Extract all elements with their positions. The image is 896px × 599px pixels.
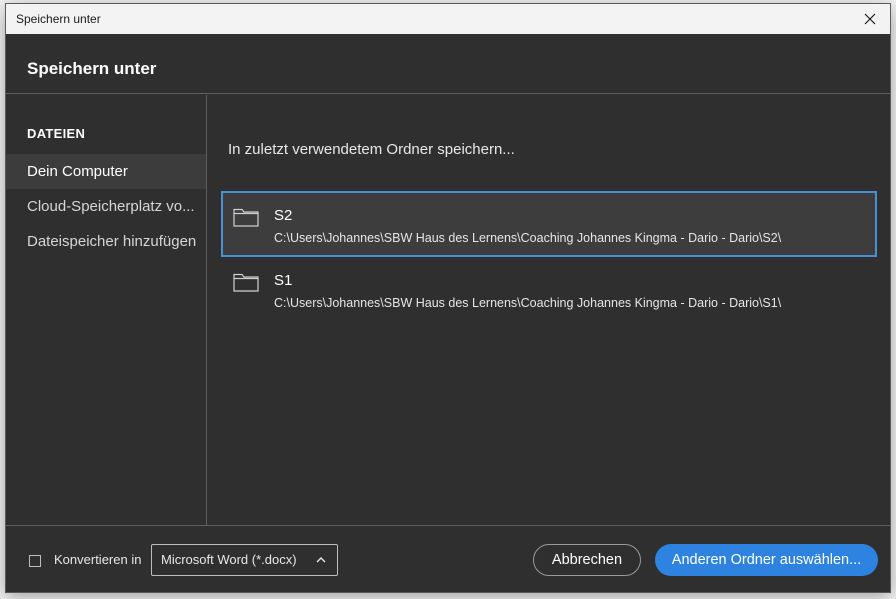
format-select[interactable]: Microsoft Word (*.docx)	[151, 544, 338, 576]
window-title: Speichern unter	[16, 12, 101, 26]
folder-icon	[233, 208, 259, 227]
close-icon	[864, 13, 876, 25]
format-select-value: Microsoft Word (*.docx)	[161, 552, 297, 567]
dialog-heading: Speichern unter	[27, 59, 157, 78]
close-button[interactable]	[850, 4, 890, 34]
sidebar-item-dein-computer[interactable]: Dein Computer	[6, 154, 206, 189]
dialog-header: Speichern unter	[6, 34, 890, 94]
sidebar-section-label: DATEIEN	[27, 126, 86, 141]
main-panel: In zuletzt verwendetem Ordner speichern.…	[208, 95, 890, 525]
folder-name: S2	[274, 207, 293, 224]
convert-label: Konvertieren in	[54, 552, 142, 567]
folder-name: S1	[274, 272, 293, 289]
dialog-footer: Konvertieren in Microsoft Word (*.docx) …	[6, 525, 890, 592]
folder-path: C:\Users\Johannes\SBW Haus des Lernens\C…	[274, 231, 782, 245]
title-bar: Speichern unter	[6, 4, 890, 34]
sidebar: DATEIEN Dein Computer Cloud-Speicherplat…	[6, 95, 207, 525]
sidebar-item-dateispeicher-hinzufuegen[interactable]: Dateispeicher hinzufügen	[6, 224, 206, 259]
convert-checkbox[interactable]	[29, 555, 41, 567]
folder-row-s2[interactable]: S2 C:\Users\Johannes\SBW Haus des Lernen…	[221, 191, 877, 257]
choose-other-folder-button[interactable]: Anderen Ordner auswählen...	[655, 544, 878, 576]
folder-path: C:\Users\Johannes\SBW Haus des Lernens\C…	[274, 296, 782, 310]
folder-row-s1[interactable]: S1 C:\Users\Johannes\SBW Haus des Lernen…	[221, 258, 877, 324]
chevron-up-icon	[316, 557, 326, 563]
folder-icon	[233, 273, 259, 292]
sidebar-item-cloud-speicherplatz[interactable]: Cloud-Speicherplatz vo...	[6, 189, 206, 224]
cancel-button[interactable]: Abbrechen	[533, 544, 641, 576]
recent-folders-heading: In zuletzt verwendetem Ordner speichern.…	[228, 141, 515, 158]
save-as-dialog: Speichern unter Speichern unter DATEIEN …	[5, 3, 891, 593]
